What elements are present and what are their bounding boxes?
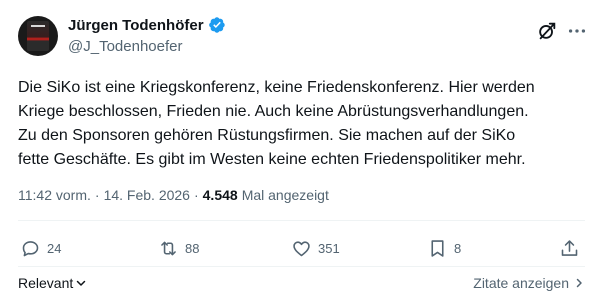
repost-count: 88 <box>185 241 200 256</box>
reply-icon <box>22 241 39 257</box>
action-bar: 24 88 351 8 <box>18 232 585 266</box>
quotes-label: Zitate anzeigen <box>473 275 569 291</box>
share-icon <box>561 240 578 256</box>
tweet-text-line: Zu den Sponsoren gehören Rüstungsfirmen.… <box>18 127 516 144</box>
tweet-time[interactable]: 11:42 vorm. <box>18 187 91 203</box>
more-icon[interactable] <box>566 20 588 42</box>
views-label: Mal angezeigt <box>241 187 329 203</box>
meta-separator: · <box>94 187 100 203</box>
tweet-meta: 11:42 vorm. · 14. Feb. 2026 · 4.548 Mal … <box>18 187 329 203</box>
divider <box>18 266 585 267</box>
verified-badge-icon <box>208 17 225 33</box>
bookmark-icon <box>431 240 444 257</box>
chevron-down-icon <box>77 280 86 286</box>
meta-separator: · <box>193 187 199 203</box>
share-button[interactable] <box>559 238 580 259</box>
reply-count: 24 <box>47 241 62 256</box>
avatar[interactable] <box>18 16 58 56</box>
chevron-right-icon <box>576 278 582 288</box>
author-display-name[interactable]: Jürgen Todenhöfer <box>68 17 204 34</box>
like-icon <box>293 241 310 257</box>
tweet-text-line: fette Geschäfte. Es gibt im Westen keine… <box>18 151 526 168</box>
like-count: 351 <box>318 241 340 256</box>
sort-dropdown[interactable]: Relevant <box>18 275 87 291</box>
bookmark-count: 8 <box>454 241 462 256</box>
reply-button[interactable]: 24 <box>20 238 61 259</box>
tweet-text-line: Kriege beschlossen, Frieden nie. Auch ke… <box>18 103 529 120</box>
author-name-row: Jürgen Todenhöfer <box>68 16 226 34</box>
sort-label: Relevant <box>18 275 74 291</box>
grok-icon[interactable] <box>536 20 558 42</box>
repost-button[interactable]: 88 <box>158 238 199 259</box>
views-count: 4.548 <box>202 187 238 203</box>
tweet-text-line: Die SiKo ist eine Kriegskonferenz, keine… <box>18 79 535 96</box>
view-quotes-link[interactable]: Zitate anzeigen <box>473 275 585 291</box>
repost-icon <box>161 241 176 256</box>
tweet-text: Die SiKo ist eine Kriegskonferenz, keine… <box>18 76 588 172</box>
author-handle[interactable]: @J_Todenhoefer <box>68 38 182 55</box>
bookmark-button[interactable]: 8 <box>427 238 461 259</box>
like-button[interactable]: 351 <box>291 238 340 259</box>
divider <box>18 220 585 221</box>
tweet-date[interactable]: 14. Feb. 2026 <box>104 187 190 203</box>
